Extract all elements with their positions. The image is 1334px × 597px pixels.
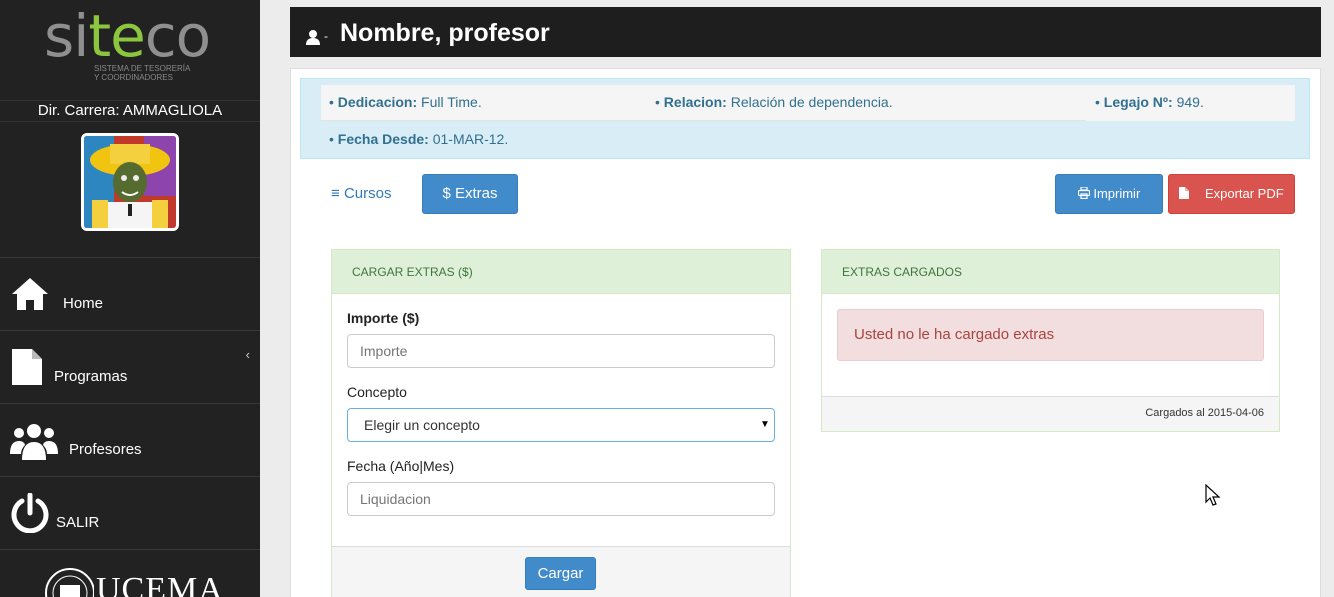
- sidebar-item-profesores[interactable]: Profesores: [0, 403, 260, 476]
- avatar: [81, 133, 179, 231]
- importe-label: Importe ($): [347, 310, 420, 326]
- chevron-left-icon[interactable]: ‹: [246, 347, 250, 362]
- legajo-info: • Legajo Nº: 949.: [1095, 94, 1204, 110]
- extras-cargados-heading: EXTRAS CARGADOS: [822, 250, 1279, 294]
- concepto-label: Concepto: [347, 384, 407, 400]
- relacion-info: • Relacion: Relación de dependencia.: [655, 94, 893, 110]
- exportar-pdf-button[interactable]: Exportar PDF: [1168, 174, 1295, 214]
- home-icon: [12, 278, 48, 310]
- cargar-extras-heading: CARGAR EXTRAS ($): [332, 250, 790, 294]
- mouse-cursor-icon: [1205, 484, 1221, 506]
- header-dash: -: [324, 29, 328, 43]
- page-header: - Nombre, profesor: [290, 7, 1321, 57]
- logo-wordmark: siteco: [44, 2, 211, 70]
- sidebar-item-label: Home: [63, 295, 104, 312]
- university-seal-icon: [45, 568, 94, 597]
- imprimir-button[interactable]: Imprimir: [1055, 174, 1163, 214]
- cursos-link[interactable]: ≡ Cursos: [331, 185, 391, 202]
- ucema-logo: UCEMA: [44, 565, 224, 597]
- dedicacion-info: • Dedicacion: Full Time.: [329, 94, 482, 110]
- fecha-input[interactable]: [347, 482, 775, 516]
- user-icon: [306, 30, 320, 45]
- ucema-wordmark: UCEMA: [96, 571, 224, 597]
- cargados-date: Cargados al 2015-04-06: [1145, 407, 1264, 419]
- print-icon: [1077, 186, 1090, 200]
- file-pdf-icon: [1179, 187, 1190, 199]
- director-label: Dir. Carrera: AMMAGLIOLA: [0, 100, 260, 122]
- power-icon: [11, 493, 49, 533]
- siteco-logo: siteco SISTEMA DE TESORERÍA Y COORDINADO…: [0, 0, 260, 100]
- sidebar-item-label: Profesores: [69, 441, 142, 458]
- extras-button[interactable]: $ Extras: [422, 174, 518, 214]
- fecha-desde-info: • Fecha Desde: 01-MAR-12.: [329, 131, 509, 147]
- sidebar: siteco SISTEMA DE TESORERÍA Y COORDINADO…: [0, 0, 260, 597]
- caret-down-icon: ▼: [760, 419, 770, 430]
- dollar-icon: $: [442, 185, 451, 202]
- importe-input[interactable]: [347, 334, 775, 368]
- fecha-label: Fecha (Año|Mes): [347, 458, 455, 474]
- list-icon: ≡: [331, 185, 340, 202]
- page-title: Nombre, profesor: [340, 19, 550, 47]
- concepto-select[interactable]: Elegir un concepto: [347, 408, 775, 442]
- sidebar-item-label: Programas: [54, 368, 128, 385]
- users-icon: [10, 424, 58, 460]
- sidebar-item-home[interactable]: Home: [0, 257, 260, 330]
- empty-extras-alert: Usted no le ha cargado extras: [837, 309, 1264, 361]
- sidebar-item-label: SALIR: [56, 514, 100, 531]
- cargar-button[interactable]: Cargar: [525, 557, 596, 590]
- sidebar-item-salir[interactable]: SALIR: [0, 476, 260, 549]
- sidebar-item-programas[interactable]: Programas ‹: [0, 330, 260, 403]
- file-icon: [12, 349, 42, 385]
- logo-subtitle: SISTEMA DE TESORERÍA Y COORDINADORES: [94, 64, 191, 82]
